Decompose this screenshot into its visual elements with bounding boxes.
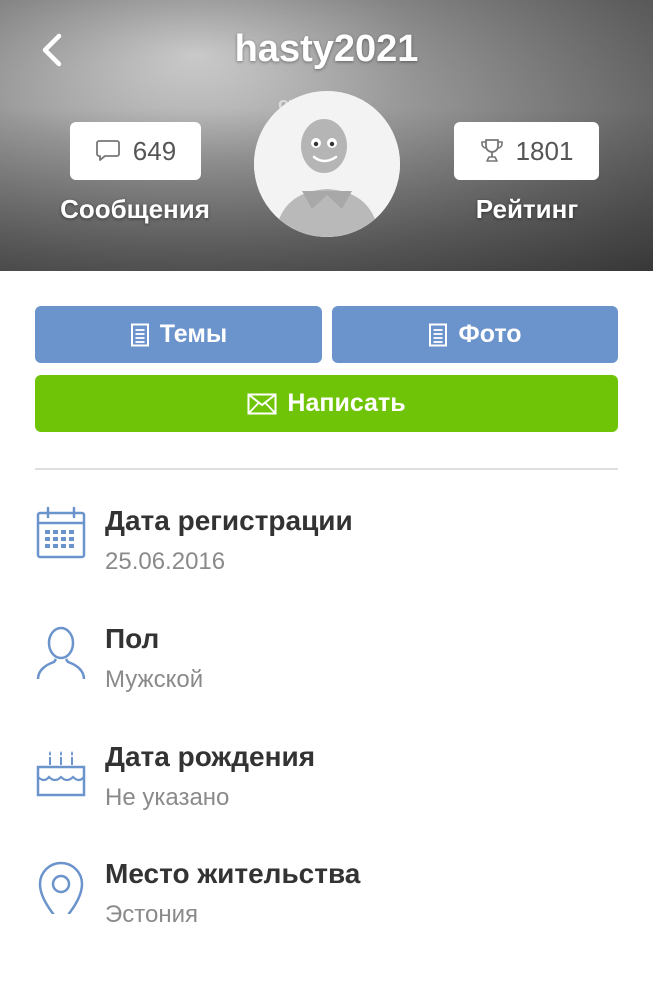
messages-count: 649 [132, 135, 177, 166]
avatar-image [254, 91, 400, 237]
info-label: Дата регистрации [105, 505, 353, 536]
avatar[interactable] [254, 91, 400, 237]
photo-button[interactable]: Фото [332, 306, 618, 363]
write-message-label: Написать [287, 389, 406, 417]
birthday-cake-icon [36, 751, 86, 797]
info-label: Пол [105, 623, 160, 654]
calendar-icon [36, 506, 86, 559]
person-icon [36, 626, 86, 679]
info-row-residence: Место жительства Эстония [0, 858, 653, 958]
info-value: Не указано [105, 784, 230, 811]
write-message-button[interactable]: Написать [35, 375, 618, 432]
info-value: Эстония [105, 901, 198, 928]
topics-button[interactable]: Темы [35, 306, 322, 363]
profile-header: от Аватар hasty2021 649 Сообщения [0, 0, 653, 271]
info-value: 25.06.2016 [105, 548, 226, 575]
document-icon [429, 323, 448, 346]
messages-label: Сообщения [60, 194, 210, 224]
info-value: Мужской [105, 666, 204, 693]
divider [35, 468, 618, 470]
location-pin-icon [38, 861, 84, 914]
info-row-gender: Пол Мужской [0, 623, 653, 723]
chat-bubble-icon [95, 140, 120, 161]
topics-button-label: Темы [159, 320, 228, 348]
info-row-birth-date: Дата рождения Не указано [0, 741, 653, 841]
messages-count-box[interactable]: 649 [70, 122, 201, 180]
rating-count: 1801 [515, 135, 574, 166]
envelope-icon [247, 393, 277, 414]
photo-button-label: Фото [458, 320, 522, 348]
rating-count-box[interactable]: 1801 [454, 122, 599, 180]
info-label: Дата рождения [105, 741, 316, 772]
info-row-registration-date: Дата регистрации 25.06.2016 [0, 505, 653, 605]
page-title: hasty2021 [234, 28, 419, 70]
rating-label: Рейтинг [475, 194, 579, 224]
info-label: Место жительства [105, 858, 361, 889]
document-icon [130, 323, 149, 346]
trophy-icon [480, 139, 503, 162]
